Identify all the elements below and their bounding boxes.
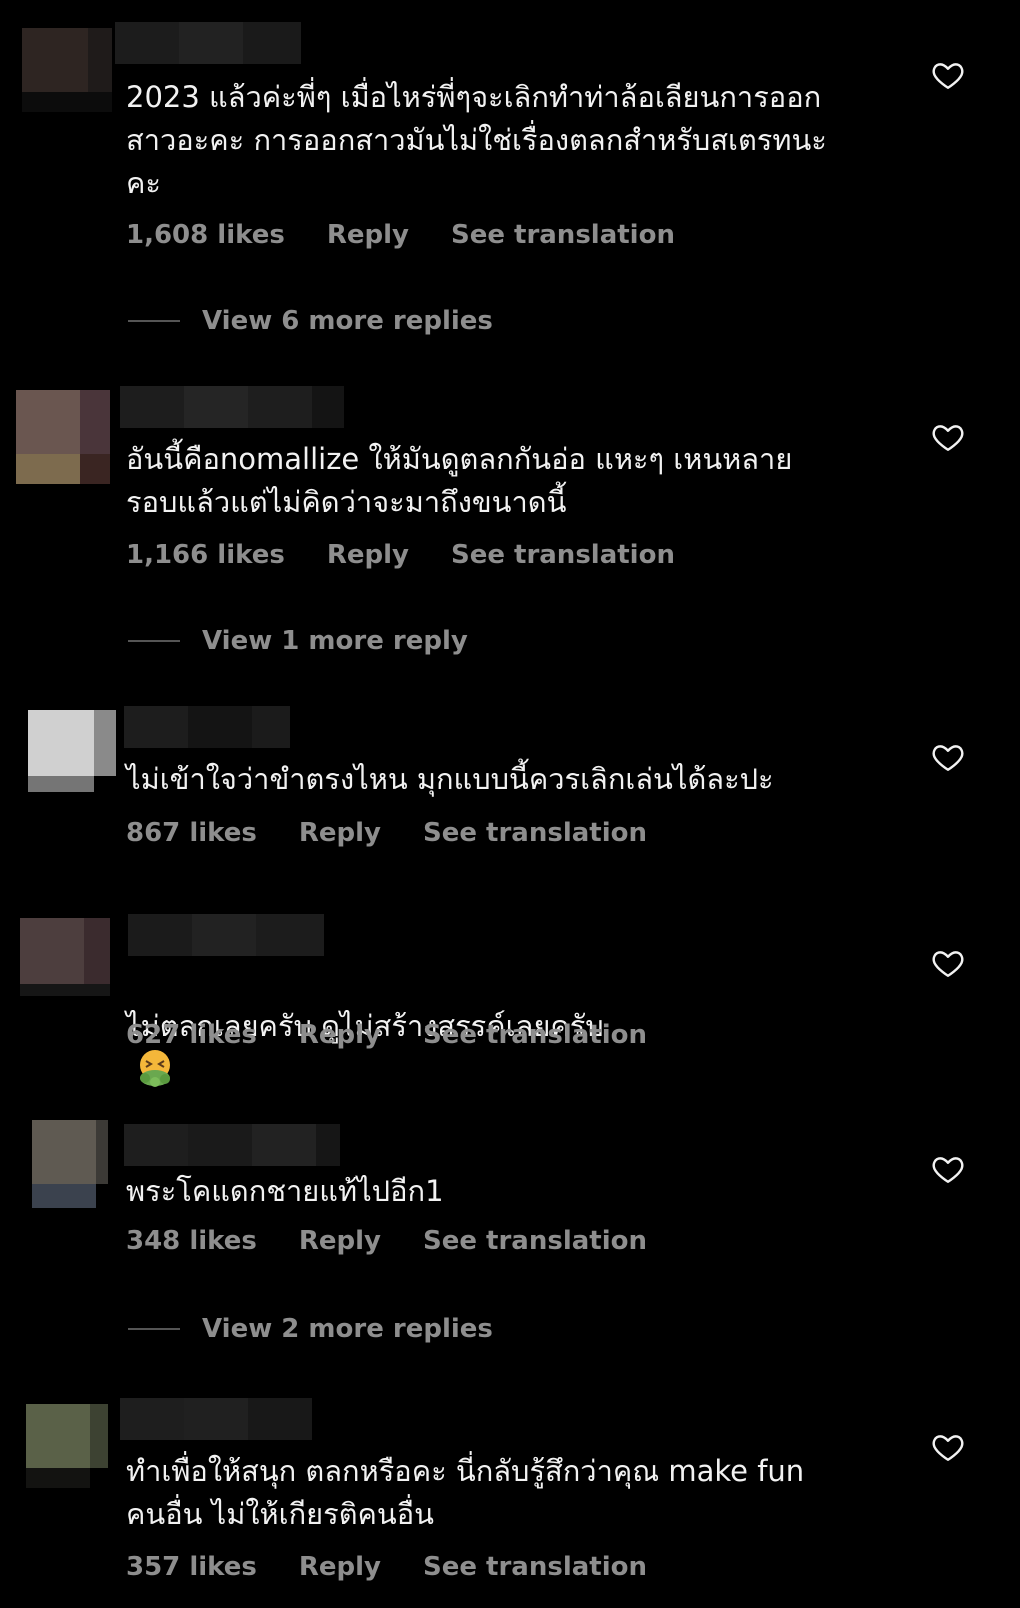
heart-icon[interactable]	[930, 58, 966, 92]
view-more-replies[interactable]: View 2 more replies	[128, 1314, 493, 1344]
avatar-blurred[interactable]	[32, 1120, 108, 1208]
likes-count[interactable]: 348 likes	[126, 1226, 257, 1256]
username-blurred[interactable]	[120, 1398, 312, 1440]
reply-button[interactable]: Reply	[327, 220, 409, 250]
reply-button[interactable]: Reply	[299, 1020, 381, 1050]
see-translation-link[interactable]: See translation	[451, 540, 675, 570]
heart-icon[interactable]	[930, 1152, 966, 1186]
see-translation-link[interactable]: See translation	[423, 1226, 647, 1256]
see-translation-link[interactable]: See translation	[423, 818, 647, 848]
vomiting-face-emoji	[140, 1050, 170, 1087]
comment-actions: 1,608 likes Reply See translation	[126, 220, 717, 250]
likes-count[interactable]: 1,166 likes	[126, 540, 285, 570]
comment-actions: 627 likes Reply See translation	[126, 1020, 689, 1050]
reply-button[interactable]: Reply	[299, 818, 381, 848]
comment-actions: 348 likes Reply See translation	[126, 1226, 689, 1256]
reply-button[interactable]: Reply	[299, 1552, 381, 1582]
comment-text: อันนี้คือnomallize ให้มันดูตลกกันอ่อ แหะ…	[126, 442, 793, 519]
username-blurred[interactable]	[115, 22, 301, 64]
reply-button[interactable]: Reply	[299, 1226, 381, 1256]
see-translation-link[interactable]: See translation	[423, 1020, 647, 1050]
view-replies-label: View 1 more reply	[202, 626, 468, 656]
heart-icon[interactable]	[930, 420, 966, 454]
comment-text: พระโคแดกชายแท้ไปอีก1	[126, 1174, 444, 1208]
avatar-blurred[interactable]	[26, 1404, 108, 1488]
view-more-replies[interactable]: View 1 more reply	[128, 626, 468, 656]
see-translation-link[interactable]: See translation	[423, 1552, 647, 1582]
username-blurred[interactable]	[124, 706, 290, 748]
replies-divider	[128, 320, 180, 322]
view-replies-label: View 2 more replies	[202, 1314, 493, 1344]
username-blurred[interactable]	[128, 914, 324, 956]
avatar-blurred[interactable]	[16, 390, 110, 484]
view-more-replies[interactable]: View 6 more replies	[128, 306, 493, 336]
username-blurred[interactable]	[120, 386, 344, 428]
likes-count[interactable]: 627 likes	[126, 1020, 257, 1050]
comment-text: 2023 แล้วค่ะพี่ๆ เมื่อไหร่พี่ๆจะเลิกทำท่…	[126, 80, 827, 200]
view-replies-label: View 6 more replies	[202, 306, 493, 336]
replies-divider	[128, 640, 180, 642]
avatar-blurred[interactable]	[22, 28, 112, 120]
likes-count[interactable]: 357 likes	[126, 1552, 257, 1582]
heart-icon[interactable]	[930, 740, 966, 774]
avatar-blurred[interactable]	[28, 710, 116, 792]
heart-icon[interactable]	[930, 946, 966, 980]
username-blurred[interactable]	[124, 1124, 340, 1166]
comment-actions: 1,166 likes Reply See translation	[126, 540, 717, 570]
reply-button[interactable]: Reply	[327, 540, 409, 570]
likes-count[interactable]: 867 likes	[126, 818, 257, 848]
comment-text: ทำเพื่อให้สนุก ตลกหรือคะ นี่กลับรู้สึกว่…	[126, 1454, 805, 1531]
likes-count[interactable]: 1,608 likes	[126, 220, 285, 250]
comment-actions: 867 likes Reply See translation	[126, 818, 689, 848]
avatar-blurred[interactable]	[20, 918, 110, 996]
heart-icon[interactable]	[930, 1430, 966, 1464]
comment-actions: 357 likes Reply See translation	[126, 1552, 689, 1582]
see-translation-link[interactable]: See translation	[451, 220, 675, 250]
replies-divider	[128, 1328, 180, 1330]
comment-text: ไม่เข้าใจว่าขำตรงไหน มุกแบบนี้ควรเลิกเล่…	[126, 762, 774, 796]
